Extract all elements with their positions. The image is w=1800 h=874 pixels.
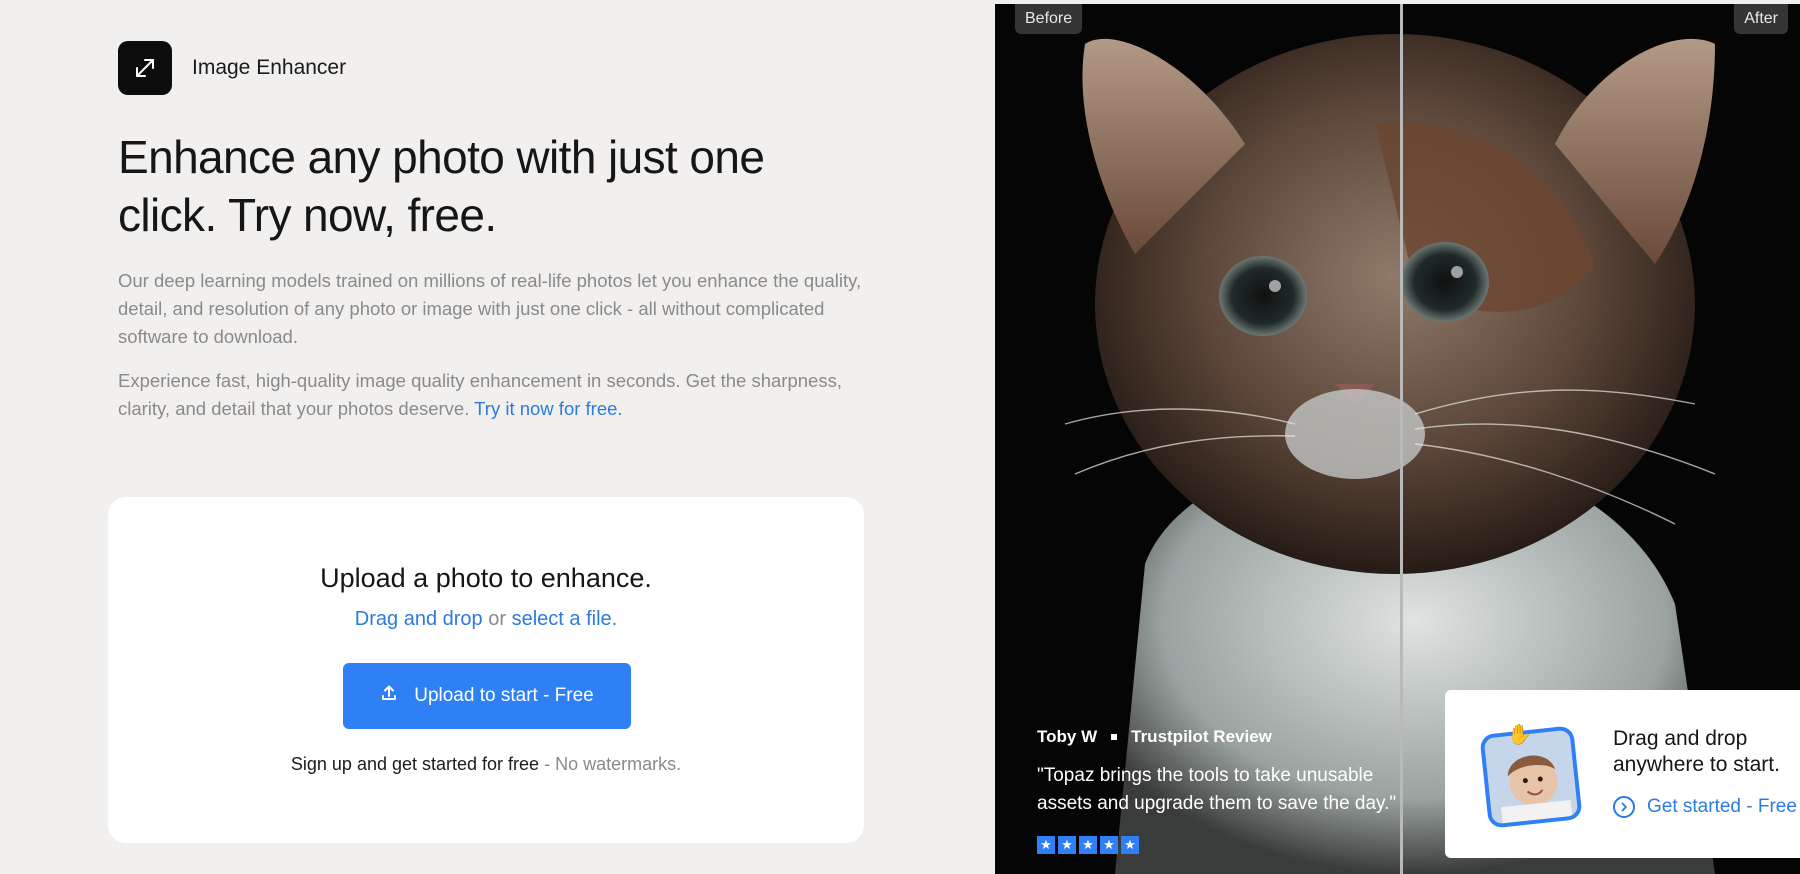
comparison-slider-handle[interactable] xyxy=(1400,4,1403,874)
try-free-link[interactable]: Try it now for free. xyxy=(474,398,622,419)
star-icon: ★ xyxy=(1121,836,1139,854)
select-file-link[interactable]: select a file. xyxy=(512,608,618,630)
drop-prompt-title: Drag and drop anywhere to start. xyxy=(1613,727,1780,776)
chevron-right-icon xyxy=(1613,796,1635,818)
signup-text: Sign up and get started for free xyxy=(290,754,540,774)
or-text: or xyxy=(488,608,507,630)
drag-and-drop-link[interactable]: Drag and drop xyxy=(355,608,483,630)
page-headline: Enhance any photo with just one click. T… xyxy=(118,131,765,241)
intro-paragraph: Our deep learning models trained on mill… xyxy=(118,270,862,347)
brand: Image Enhancer xyxy=(118,41,346,95)
star-icon: ★ xyxy=(1058,836,1076,854)
expand-arrows-icon xyxy=(118,41,172,95)
upload-footer: Sign up and get started for free - No wa… xyxy=(108,754,864,775)
before-label: Before xyxy=(1015,4,1083,34)
upload-title: Upload a photo to enhance. xyxy=(320,563,652,593)
review-meta: Toby W Trustpilot Review xyxy=(1037,727,1272,747)
upload-icon xyxy=(380,684,398,708)
review-quote: "Topaz brings the tools to take unusable… xyxy=(1037,765,1397,814)
separator-dot xyxy=(1111,734,1118,740)
get-started-link[interactable]: Get started - Free xyxy=(1613,796,1797,818)
review-author: Toby W xyxy=(1037,727,1098,746)
get-started-label: Get started - Free xyxy=(1647,796,1797,817)
brand-name: Image Enhancer xyxy=(192,56,347,79)
review-source: Trustpilot Review xyxy=(1131,727,1272,746)
star-icon: ★ xyxy=(1100,836,1118,854)
after-label: After xyxy=(1734,4,1788,34)
upload-subtitle: Drag and drop or select a file. xyxy=(108,608,864,631)
star-icon: ★ xyxy=(1079,836,1097,854)
star-rating: ★ ★ ★ ★ ★ xyxy=(1037,836,1139,854)
upload-button-label: Upload to start - Free xyxy=(414,685,594,706)
star-icon: ★ xyxy=(1037,836,1055,854)
upload-card[interactable]: Upload a photo to enhance. Drag and drop… xyxy=(108,497,864,843)
experience-paragraph: Experience fast, high-quality image qual… xyxy=(118,367,868,423)
drag-drop-prompt-card[interactable]: ✋ Drag and drop anywhere to start. Get s… xyxy=(1445,690,1800,858)
no-watermarks-text: - No watermarks. xyxy=(544,754,682,774)
upload-button[interactable]: Upload to start - Free xyxy=(343,663,631,729)
hand-cursor-icon: ✋ xyxy=(1507,724,1532,746)
